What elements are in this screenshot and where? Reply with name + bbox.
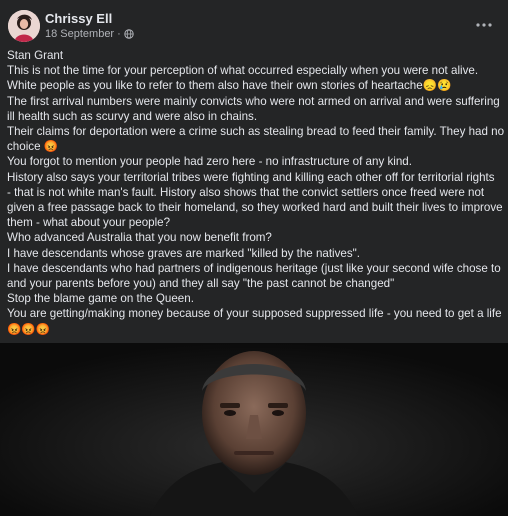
post-date[interactable]: 18 September xyxy=(45,28,114,40)
post-line: Who advanced Australia that you now bene… xyxy=(7,231,272,245)
more-options-icon[interactable] xyxy=(474,13,494,33)
post-line: History also says your territorial tribe… xyxy=(7,170,495,184)
post-line: and your parents before you) and they al… xyxy=(7,277,395,291)
post-header: Chrissy Ell 18 September · xyxy=(0,0,508,48)
post-meta: 18 September · xyxy=(45,28,134,40)
post-line: ill health such as scurvy and were also … xyxy=(7,109,258,123)
meta-separator: · xyxy=(117,28,121,40)
post-line: - that is not white man's fault. History… xyxy=(7,185,485,199)
post-line: I have descendants who had partners of i… xyxy=(7,261,501,275)
post-line: You forgot to mention your people had ze… xyxy=(7,155,412,169)
avatar[interactable] xyxy=(8,10,40,42)
post-body: Stan Grant This is not the time for your… xyxy=(7,48,505,337)
post-line: choice 😡 xyxy=(7,140,59,154)
post-line: 😡😡😡 xyxy=(7,322,51,336)
post-line: Stop the blame game on the Queen. xyxy=(7,292,194,306)
post-line: This is not the time for your perception… xyxy=(7,64,479,78)
post-line: them - what about your people? xyxy=(7,216,171,230)
globe-icon xyxy=(124,29,134,39)
post-line: Stan Grant xyxy=(7,49,64,62)
author-name[interactable]: Chrissy Ell xyxy=(45,11,112,26)
post-line: You are getting/making money because of … xyxy=(7,307,502,321)
post-line: White people as you like to refer to the… xyxy=(7,79,452,93)
post-line: The first arrival numbers were mainly co… xyxy=(7,94,500,108)
portrait-photo xyxy=(0,343,508,516)
post-line: given a free passage back to their homel… xyxy=(7,201,503,215)
post-line: I have descendants whose graves are mark… xyxy=(7,246,361,260)
post-photo[interactable] xyxy=(0,343,508,516)
post-line: Their claims for deportation were a crim… xyxy=(7,125,505,139)
